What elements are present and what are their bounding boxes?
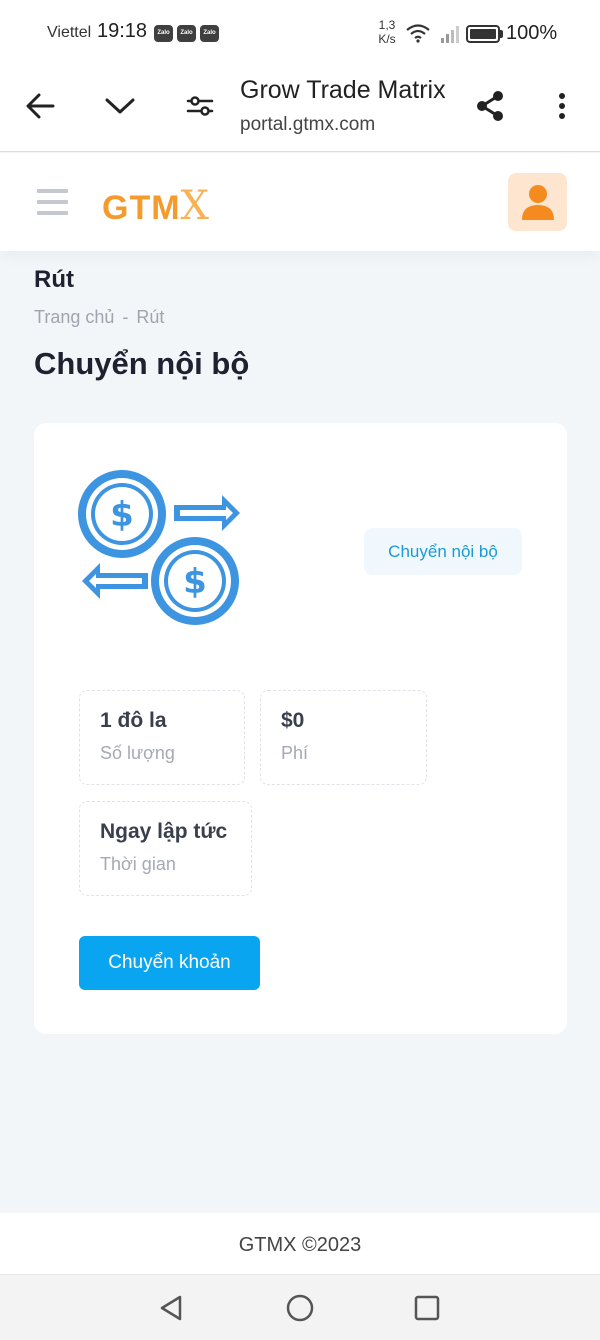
network-speed: 1,3 K/s bbox=[372, 18, 402, 46]
fee-label: Phí bbox=[281, 743, 309, 763]
fee-value: $0 bbox=[281, 709, 305, 732]
page-heading: Chuyển nội bộ bbox=[34, 346, 250, 381]
collapse-button[interactable] bbox=[100, 86, 140, 126]
zalo-notification-icon: Zalo bbox=[177, 25, 196, 42]
triangle-back-icon bbox=[160, 1295, 182, 1321]
system-home-button[interactable] bbox=[284, 1292, 316, 1324]
footer-copyright: ©2023 bbox=[302, 1234, 362, 1256]
cell-signal-icon bbox=[441, 26, 459, 43]
amount-value: 1 đô la bbox=[100, 709, 167, 732]
share-icon bbox=[477, 91, 503, 121]
more-vert-icon bbox=[559, 93, 565, 119]
system-back-button[interactable] bbox=[155, 1292, 187, 1324]
amount-label: Số lượng bbox=[100, 743, 175, 763]
time-info-box: Ngay lập tức Thời gian bbox=[79, 801, 252, 896]
browser-url[interactable]: portal.gtmx.com bbox=[240, 114, 375, 136]
system-navigation-bar bbox=[0, 1276, 600, 1340]
site-settings-button[interactable] bbox=[180, 86, 220, 126]
square-recents-icon bbox=[414, 1295, 440, 1321]
tune-icon bbox=[186, 96, 214, 116]
time-label: Thời gian bbox=[100, 854, 176, 874]
money-transfer-icon: $ $ bbox=[78, 470, 240, 625]
back-button[interactable] bbox=[20, 86, 60, 126]
logo-x: X bbox=[180, 183, 211, 229]
wifi-icon bbox=[406, 24, 430, 43]
site-header: GTMX bbox=[0, 153, 600, 251]
svg-text:$: $ bbox=[110, 495, 134, 535]
chevron-down-icon bbox=[105, 98, 135, 114]
battery-percent: 100% bbox=[506, 22, 558, 44]
share-button[interactable] bbox=[470, 86, 510, 126]
transfer-type-badge: Chuyển nội bộ bbox=[364, 528, 522, 575]
time-value: Ngay lập tức bbox=[100, 820, 228, 843]
status-clock: 19:18 bbox=[97, 20, 148, 42]
breadcrumb-current: Rút bbox=[136, 307, 165, 327]
back-arrow-icon bbox=[26, 93, 55, 119]
gtmx-logo[interactable]: GTMX bbox=[102, 183, 210, 229]
status-bar: Viettel 19:18 Zalo Zalo Zalo 1,3 K/s 100… bbox=[0, 0, 600, 68]
user-icon bbox=[521, 185, 554, 220]
footer-brand: GTMX bbox=[238, 1234, 297, 1256]
transfer-card: $ $ Chuyển nội bộ 1 đô la Số lượng $0 Ph… bbox=[34, 423, 567, 1034]
zalo-notification-icon: Zalo bbox=[154, 25, 173, 42]
breadcrumb-home[interactable]: Trang chủ bbox=[34, 307, 114, 327]
transfer-button[interactable]: Chuyển khoản bbox=[79, 936, 260, 990]
browser-page-title: Grow Trade Matrix bbox=[240, 76, 446, 104]
logo-text: GTM bbox=[102, 189, 181, 227]
browser-toolbar: Grow Trade Matrix portal.gtmx.com bbox=[0, 68, 600, 152]
circle-home-icon bbox=[286, 1294, 314, 1322]
user-menu-button[interactable] bbox=[508, 173, 567, 231]
section-title: Rút bbox=[34, 266, 74, 293]
breadcrumb-separator: - bbox=[122, 307, 129, 327]
battery-tip bbox=[500, 30, 503, 38]
browser-menu-button[interactable] bbox=[542, 86, 582, 126]
amount-info-box: 1 đô la Số lượng bbox=[79, 690, 245, 785]
menu-bar bbox=[37, 189, 68, 193]
svg-text:$: $ bbox=[183, 562, 207, 602]
site-footer: GTMX ©2023 bbox=[0, 1213, 600, 1275]
carrier-name: Viettel bbox=[47, 24, 92, 41]
fee-info-box: $0 Phí bbox=[260, 690, 427, 785]
zalo-notification-icon: Zalo bbox=[200, 25, 219, 42]
footer-text: GTMX ©2023 bbox=[0, 1234, 600, 1257]
menu-bar bbox=[37, 211, 68, 215]
network-speed-unit: K/s bbox=[378, 32, 396, 46]
breadcrumb: Trang chủ - Rút bbox=[34, 307, 164, 328]
menu-bar bbox=[37, 200, 68, 204]
menu-button[interactable] bbox=[37, 189, 68, 215]
system-recents-button[interactable] bbox=[411, 1292, 443, 1324]
battery-icon bbox=[466, 25, 500, 43]
network-speed-value: 1,3 bbox=[378, 18, 396, 32]
